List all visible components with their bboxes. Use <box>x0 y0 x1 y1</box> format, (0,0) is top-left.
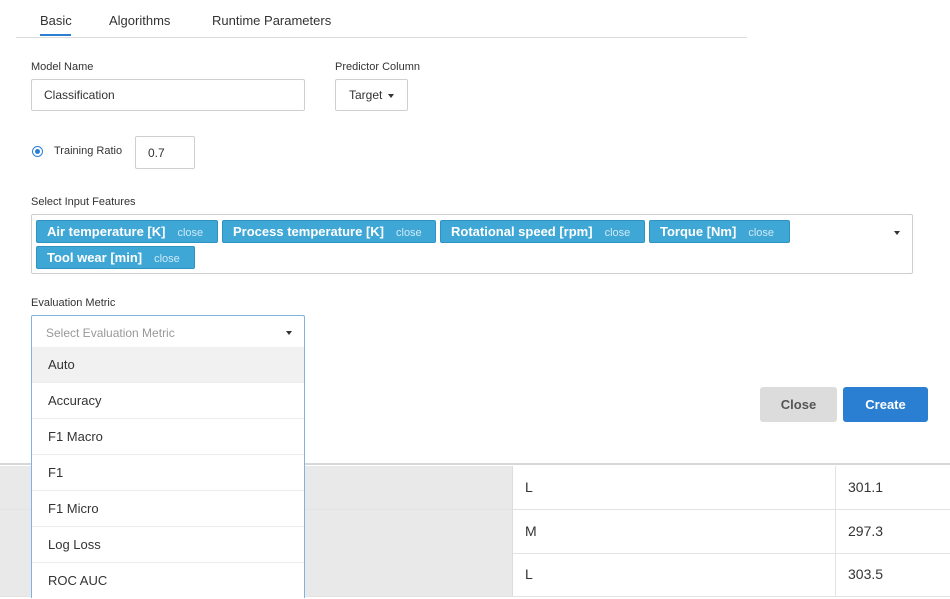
training-ratio-radio[interactable] <box>32 146 43 157</box>
close-button[interactable]: Close <box>760 387 837 422</box>
model-name-input[interactable] <box>31 79 305 111</box>
menu-item-log-loss[interactable]: Log Loss <box>32 527 304 563</box>
feature-tag-label: Process temperature [K] <box>233 224 384 239</box>
menu-item-f1-micro[interactable]: F1 Micro <box>32 491 304 527</box>
menu-item-auto[interactable]: Auto <box>32 347 304 383</box>
table-cell-value: 301.1 <box>848 479 884 495</box>
feature-tag: Process temperature [K] close <box>222 220 436 243</box>
feature-tag-close[interactable]: close <box>154 253 180 265</box>
create-button[interactable]: Create <box>843 387 928 422</box>
feature-tag-label: Air temperature [K] <box>47 224 166 239</box>
feature-tag-close[interactable]: close <box>605 227 631 239</box>
tab-runtime-parameters[interactable]: Runtime Parameters <box>212 13 331 28</box>
training-ratio-input[interactable] <box>135 136 195 169</box>
evaluation-metric-select[interactable]: Select Evaluation Metric <box>31 315 305 347</box>
training-ratio-label: Training Ratio <box>54 145 123 157</box>
feature-tag: Torque [Nm] close <box>649 220 790 243</box>
table-cell-value: 297.3 <box>848 523 884 539</box>
feature-tag-label: Rotational speed [rpm] <box>451 224 593 239</box>
feature-tag-close[interactable]: close <box>177 227 203 239</box>
model-name-label: Model Name <box>31 61 94 73</box>
menu-item-f1-macro[interactable]: F1 Macro <box>32 419 304 455</box>
active-tab-indicator <box>40 34 71 36</box>
evaluation-metric-placeholder: Select Evaluation Metric <box>46 326 175 340</box>
tab-bar: Basic Algorithms Runtime Parameters <box>16 0 747 38</box>
evaluation-metric-label: Evaluation Metric <box>31 297 116 309</box>
menu-item-f1[interactable]: F1 <box>32 455 304 491</box>
predictor-column-dropdown[interactable]: Target <box>335 79 408 111</box>
caret-down-icon <box>286 331 292 335</box>
input-features-label: Select Input Features <box>31 196 136 208</box>
evaluation-metric-menu: Auto Accuracy F1 Macro F1 F1 Micro Log L… <box>31 347 305 598</box>
predictor-column-label: Predictor Column <box>335 61 420 73</box>
feature-tag-label: Torque [Nm] <box>660 224 737 239</box>
caret-down-icon[interactable] <box>894 231 900 235</box>
feature-tag-close[interactable]: close <box>396 227 422 239</box>
feature-tag: Tool wear [min] close <box>36 246 195 269</box>
feature-tag-close[interactable]: close <box>748 227 774 239</box>
predictor-column-value: Target <box>349 88 383 102</box>
menu-item-accuracy[interactable]: Accuracy <box>32 383 304 419</box>
table-cell-value: 303.5 <box>848 566 884 582</box>
caret-down-icon <box>388 94 394 98</box>
feature-tag: Rotational speed [rpm] close <box>440 220 645 243</box>
menu-item-roc-auc[interactable]: ROC AUC <box>32 563 304 598</box>
feature-tag: Air temperature [K] close <box>36 220 218 243</box>
feature-tag-label: Tool wear [min] <box>47 250 143 265</box>
tab-basic[interactable]: Basic <box>40 13 72 28</box>
input-features-select[interactable]: Air temperature [K] close Process tempera… <box>31 214 913 274</box>
table-cell-type: L <box>513 553 836 596</box>
tab-algorithms[interactable]: Algorithms <box>109 13 170 28</box>
table-cell-type: M <box>513 510 836 553</box>
table-cell-type: L <box>513 466 836 509</box>
